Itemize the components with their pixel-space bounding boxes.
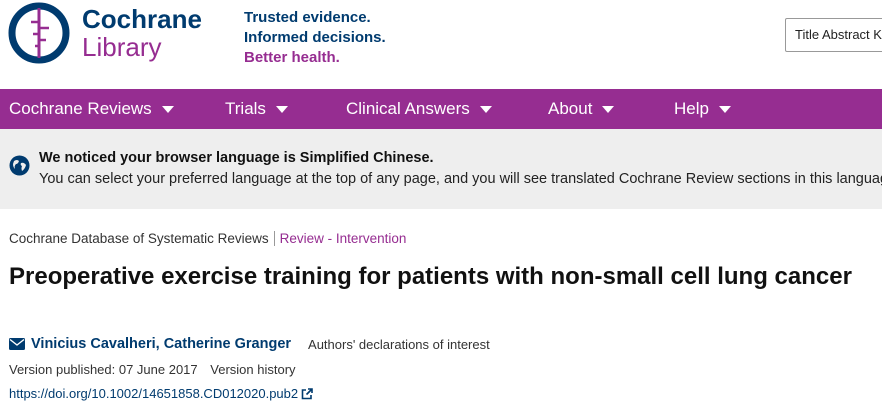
breadcrumb: Cochrane Database of Systematic Reviews … [9,231,406,246]
external-link-icon [301,387,313,399]
authors-row: Vinicius Cavalheri, Catherine Granger Au… [9,336,490,352]
search-scope-select[interactable]: Title Abstract Keyword [785,18,882,52]
caret-down-icon [479,105,492,113]
notice-title: We noticed your browser language is Simp… [39,150,434,166]
authors-link[interactable]: Vinicius Cavalheri, Catherine Granger [31,336,291,352]
logo-wordmark: Cochrane Library [82,5,202,61]
logo-line2: Library [82,32,162,62]
nav-item-help[interactable]: Help [674,89,731,129]
nav-item-trials[interactable]: Trials [225,89,288,129]
main-nav: Cochrane Reviews Trials Clinical Answers… [0,89,882,129]
breadcrumb-database[interactable]: Cochrane Database of Systematic Reviews [9,231,275,246]
nav-item-label: Clinical Answers [346,99,470,118]
logo-line1: Cochrane [82,4,202,34]
cochrane-logo-icon [8,2,70,64]
breadcrumb-review-type[interactable]: Review - Intervention [275,231,407,246]
doi-text: https://doi.org/10.1002/14651858.CD01202… [9,386,299,401]
site-header: Cochrane Library Trusted evidence. Infor… [0,0,882,89]
caret-down-icon [718,105,731,113]
tagline-line1: Trusted evidence. [244,9,371,26]
doi-link[interactable]: https://doi.org/10.1002/14651858.CD01202… [9,386,313,401]
nav-item-cochrane-reviews[interactable]: Cochrane Reviews [9,89,174,129]
nav-item-clinical-answers[interactable]: Clinical Answers [346,89,492,129]
version-published: Version published: 07 June 2017 [9,362,198,377]
nav-item-label: Help [674,99,709,118]
nav-item-label: Trials [225,99,266,118]
tagline: Trusted evidence. Informed decisions. Be… [244,8,386,68]
nav-item-about[interactable]: About [548,89,615,129]
nav-item-label: About [548,99,593,118]
caret-down-icon [275,105,288,113]
page-title: Preoperative exercise training for patie… [9,263,852,290]
nav-item-label: Cochrane Reviews [9,99,152,118]
caret-down-icon [161,105,174,113]
tagline-line2: Informed decisions. [244,29,386,46]
version-history-link[interactable]: Version history [210,362,295,377]
declarations-link[interactable]: Authors' declarations of interest [308,337,490,352]
cochrane-library-logo[interactable]: Cochrane Library [8,2,202,64]
tagline-line3: Better health. [244,49,340,66]
version-row: Version published: 07 June 2017 Version … [9,362,296,377]
envelope-icon[interactable] [9,338,25,350]
notice-text: You can select your preferred language a… [39,171,882,187]
caret-down-icon [602,105,615,113]
language-notice [0,129,882,209]
globe-icon [9,155,30,176]
